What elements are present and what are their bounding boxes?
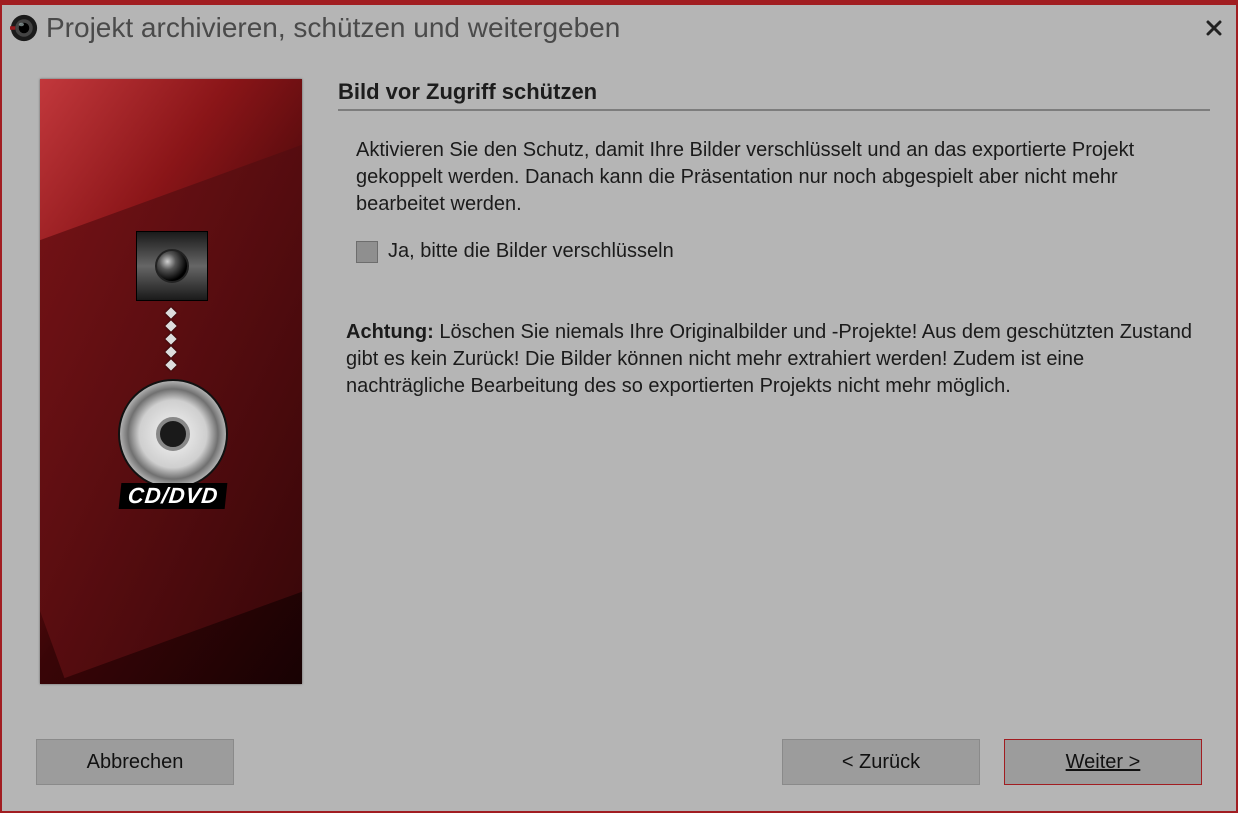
section-heading: Bild vor Zugriff schützen [338, 79, 1210, 111]
next-button[interactable]: Weiter > [1004, 739, 1202, 785]
project-icon [136, 231, 208, 301]
cancel-button[interactable]: Abbrechen [36, 739, 234, 785]
wizard-window: Projekt archivieren, schützen und weiter… [0, 0, 1238, 813]
app-lens-icon [10, 14, 38, 42]
disc-label: CD/DVD [118, 483, 227, 509]
encrypt-checkbox-row: Ja, bitte die Bilder verschlüsseln [338, 240, 1210, 263]
encrypt-checkbox[interactable] [356, 241, 378, 263]
close-button[interactable] [1202, 16, 1226, 40]
close-icon [1206, 20, 1222, 36]
disc-icon: CD/DVD [110, 379, 236, 509]
transfer-dots-icon [167, 309, 175, 369]
back-button[interactable]: < Zurück [782, 739, 980, 785]
main-area: CD/DVD Bild vor Zugriff schützen Aktivie… [2, 51, 1236, 727]
content-column: Bild vor Zugriff schützen Aktivieren Sie… [338, 79, 1210, 717]
footer-bar: Abbrechen < Zurück Weiter > [2, 727, 1236, 811]
description-text: Aktivieren Sie den Schutz, damit Ihre Bi… [338, 137, 1210, 218]
encrypt-checkbox-label: Ja, bitte die Bilder verschlüsseln [388, 240, 674, 263]
client-area: Projekt archivieren, schützen und weiter… [2, 5, 1236, 811]
warning-body: Löschen Sie niemals Ihre Originalbilder … [346, 321, 1192, 397]
hero-panel: CD/DVD [40, 79, 302, 684]
title-bar: Projekt archivieren, schützen und weiter… [2, 5, 1236, 51]
warning-lead: Achtung: [346, 321, 434, 343]
window-title: Projekt archivieren, schützen und weiter… [46, 12, 1202, 44]
warning-text: Achtung: Löschen Sie niemals Ihre Origin… [338, 319, 1210, 400]
